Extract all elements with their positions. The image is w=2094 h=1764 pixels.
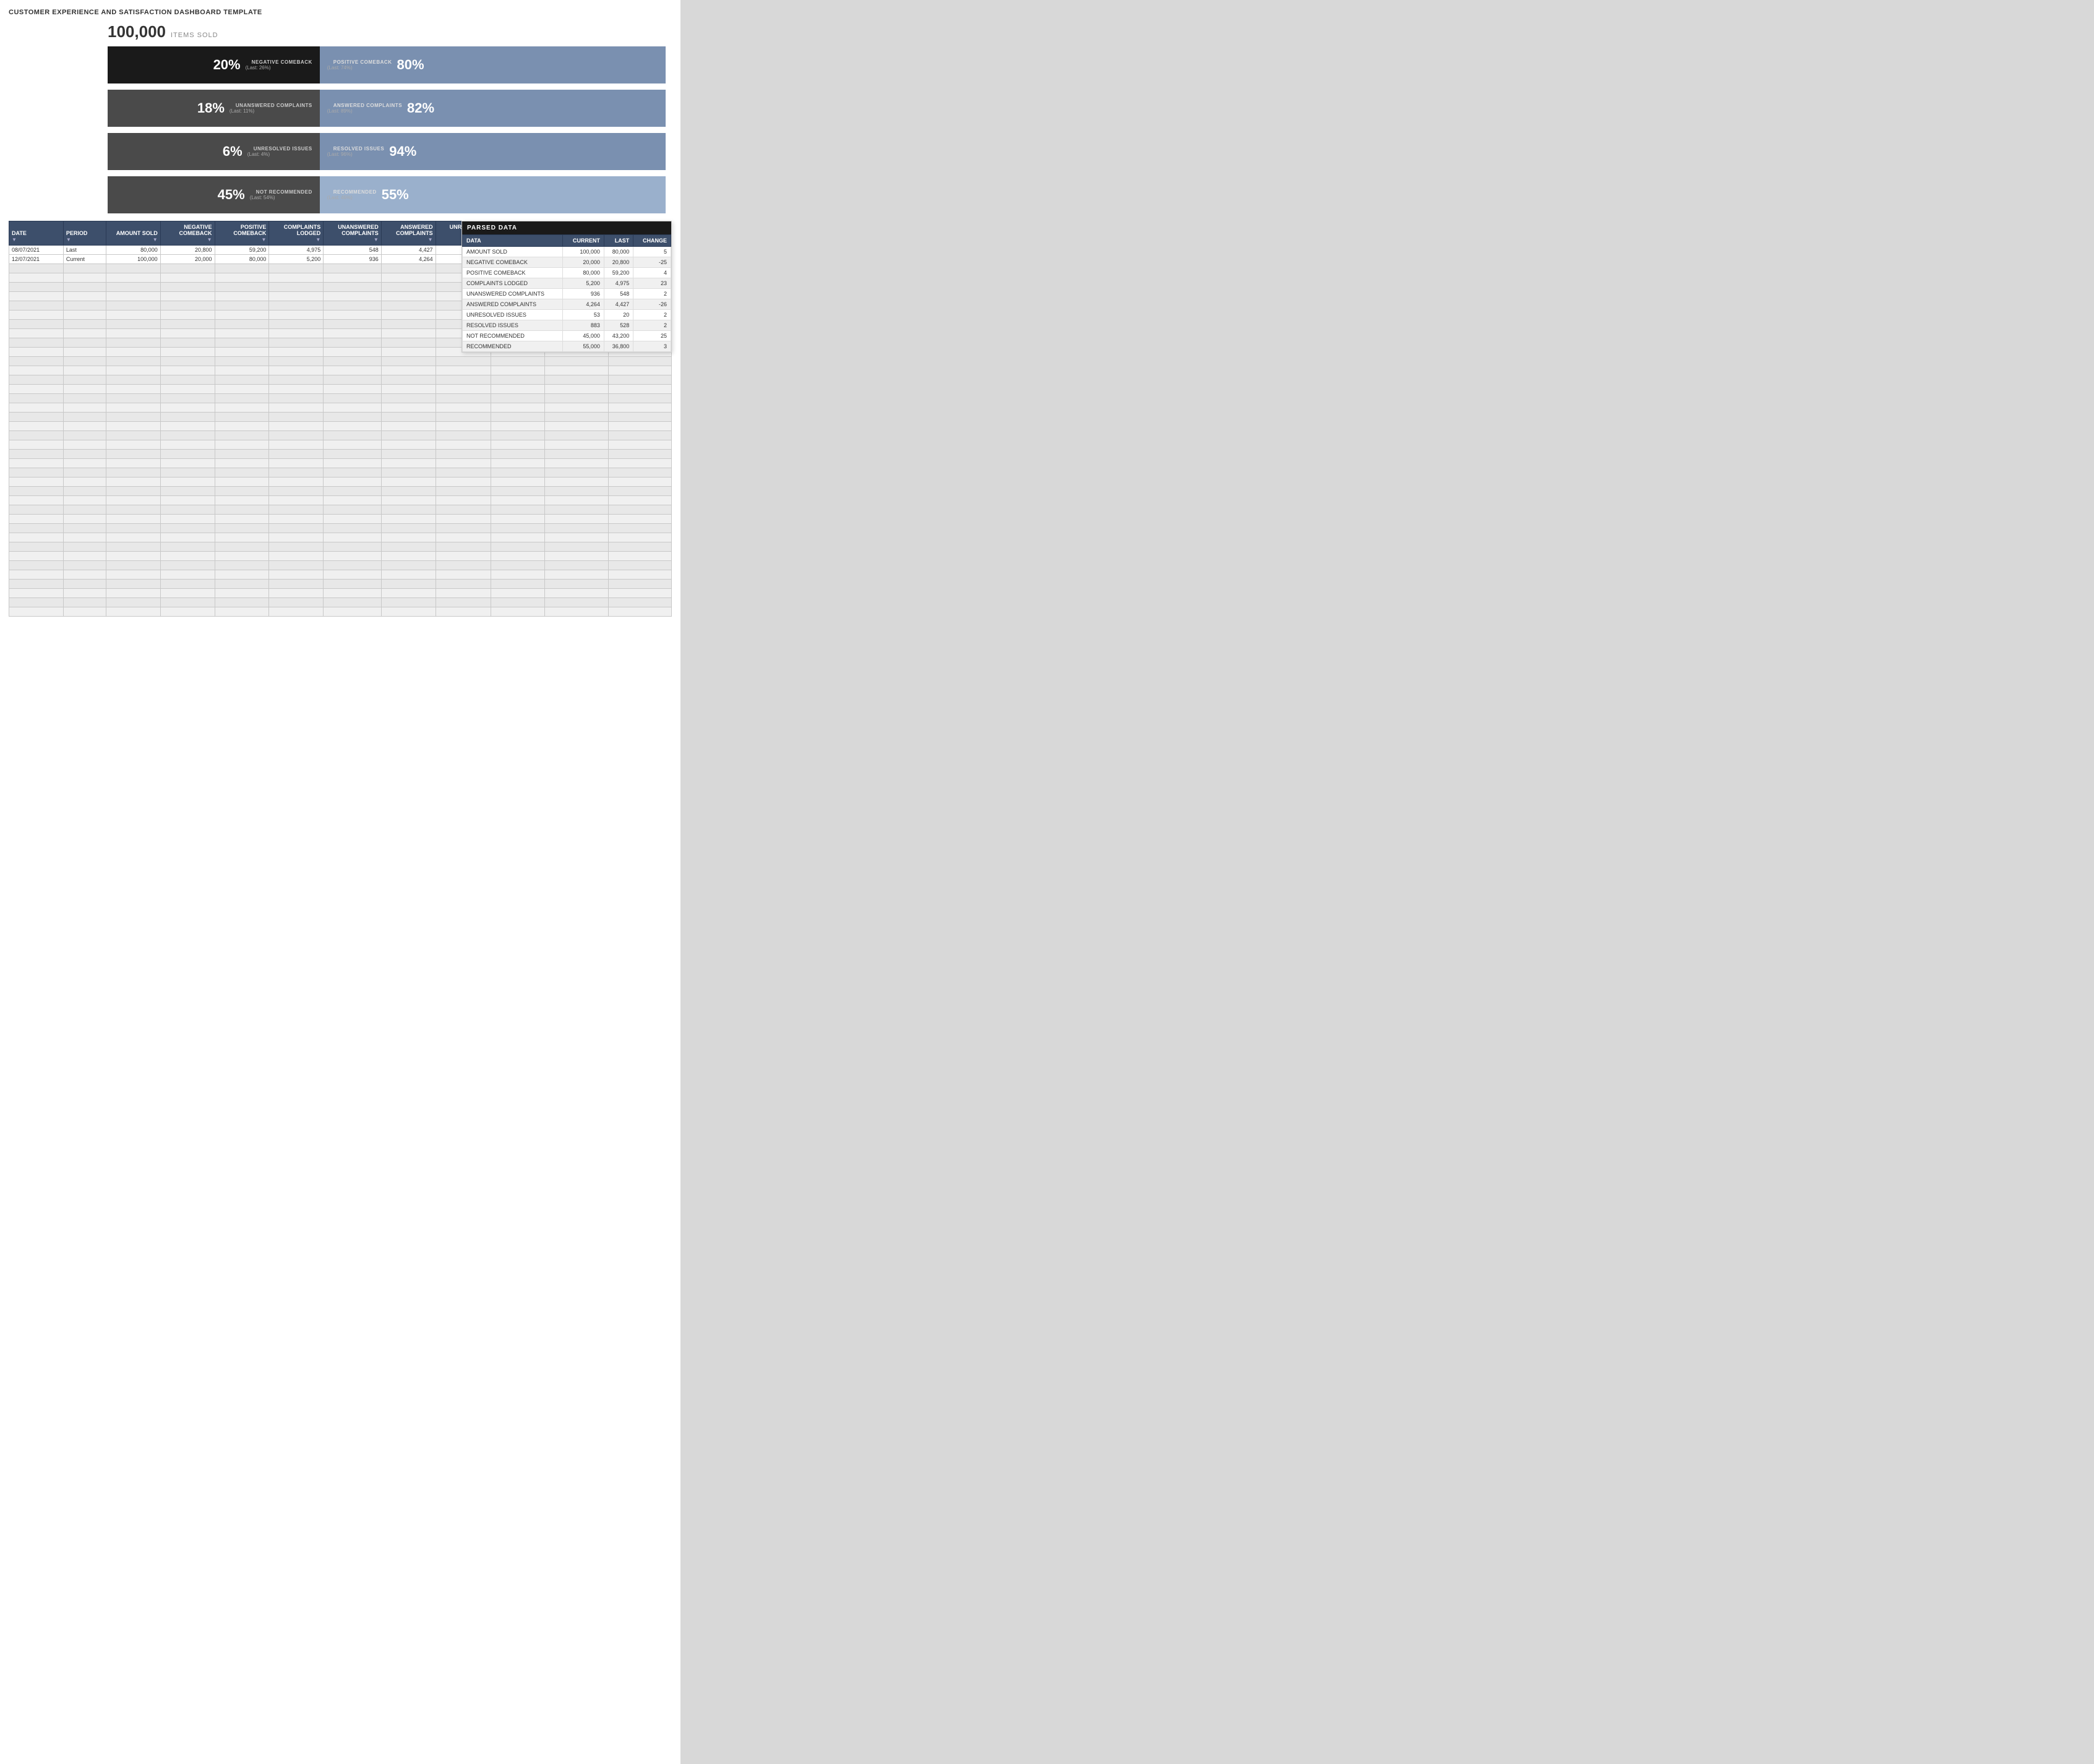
kpi-left-sub-1: (Last: 11%)	[230, 108, 312, 114]
table-row-empty	[9, 589, 672, 598]
table-row-empty	[9, 515, 672, 524]
kpi-right-pct-2: 94%	[389, 143, 416, 160]
table-row-empty	[9, 598, 672, 607]
th-date[interactable]: DATE ▼	[9, 221, 64, 246]
kpi-area: 100,000 ITEMS SOLD 20% NEGATIVE COMEBACK…	[108, 22, 666, 213]
kpi-left-0: 20% NEGATIVE COMEBACK (Last: 26%)	[108, 46, 320, 83]
table-row-empty	[9, 561, 672, 570]
kpi-right-pct-0: 80%	[397, 57, 424, 73]
items-sold-label: ITEMS SOLD	[171, 32, 218, 39]
table-row-empty	[9, 505, 672, 515]
kpi-left-sub-3: (Last: 54%)	[250, 195, 312, 200]
parsed-th-data: DATA	[463, 235, 563, 247]
parsed-table-row: AMOUNT SOLD100,00080,0005	[463, 247, 671, 257]
parsed-table-row: COMPLAINTS LODGED5,2004,97523	[463, 278, 671, 289]
page-title: CUSTOMER EXPERIENCE AND SATISFACTION DAS…	[9, 9, 672, 16]
kpi-right-sub-2: (Last: 96%)	[327, 152, 384, 157]
parsed-table-row: NOT RECOMMENDED45,00043,20025	[463, 331, 671, 341]
kpi-left-label-1: UNANSWERED COMPLAINTS	[236, 103, 312, 108]
parsed-table-row: POSITIVE COMEBACK80,00059,2004	[463, 268, 671, 278]
kpi-right-sub-3: (Last: 46%)	[327, 195, 377, 200]
kpi-right-3: RECOMMENDED (Last: 46%) 55%	[320, 176, 666, 213]
table-row-empty	[9, 496, 672, 505]
table-row-empty	[9, 413, 672, 422]
items-sold-row: 100,000 ITEMS SOLD	[108, 22, 666, 41]
kpi-left-sub-2: (Last: 4%)	[247, 152, 312, 157]
kpi-right-sub-1: (Last: 89%)	[327, 108, 402, 114]
th-negative-comeback[interactable]: NEGATIVE COMEBACK ▼	[160, 221, 215, 246]
table-row-empty	[9, 375, 672, 385]
kpi-bar-2: 6% UNRESOLVED ISSUES (Last: 4%) RESOLVED…	[108, 133, 666, 170]
kpi-left-2: 6% UNRESOLVED ISSUES (Last: 4%)	[108, 133, 320, 170]
table-row-empty	[9, 542, 672, 552]
th-period[interactable]: PERIOD ▼	[63, 221, 106, 246]
parsed-header-row: DATA CURRENT LAST CHANGE	[463, 235, 671, 247]
kpi-right-pct-1: 82%	[407, 100, 434, 116]
kpi-left-3: 45% NOT RECOMMENDED (Last: 54%)	[108, 176, 320, 213]
table-row-empty	[9, 607, 672, 617]
main-content-area: DATE ▼ PERIOD ▼ AMOUNT SOLD ▼ NEGATIVE	[9, 221, 672, 617]
parsed-th-change: CHANGE	[633, 235, 671, 247]
kpi-right-sub-0: (Last: 74%)	[327, 65, 392, 71]
kpi-left-pct-2: 6%	[223, 143, 242, 160]
parsed-table-row: NEGATIVE COMEBACK20,00020,800-25	[463, 257, 671, 268]
table-row-empty	[9, 422, 672, 431]
kpi-bar-1: 18% UNANSWERED COMPLAINTS (Last: 11%) AN…	[108, 90, 666, 127]
parsed-table-row: ANSWERED COMPLAINTS4,2644,427-26	[463, 299, 671, 310]
parsed-table-row: UNRESOLVED ISSUES53202	[463, 310, 671, 320]
parsed-table-row: RECOMMENDED55,00036,8003	[463, 341, 671, 352]
kpi-bar-0: 20% NEGATIVE COMEBACK (Last: 26%) POSITI…	[108, 46, 666, 83]
items-sold-value: 100,000	[108, 22, 166, 41]
table-row-empty	[9, 524, 672, 533]
table-row-empty	[9, 570, 672, 580]
kpi-left-1: 18% UNANSWERED COMPLAINTS (Last: 11%)	[108, 90, 320, 127]
parsed-table-row: RESOLVED ISSUES8835282	[463, 320, 671, 331]
kpi-left-pct-3: 45%	[218, 187, 245, 203]
parsed-table-row: UNANSWERED COMPLAINTS9365482	[463, 289, 671, 299]
table-row-empty	[9, 450, 672, 459]
table-row-empty	[9, 357, 672, 366]
kpi-right-label-0: POSITIVE COMEBACK	[333, 59, 392, 65]
table-row-empty	[9, 533, 672, 542]
table-row-empty	[9, 459, 672, 468]
table-row-empty	[9, 385, 672, 394]
kpi-left-pct-1: 18%	[197, 100, 225, 116]
kpi-right-pct-3: 55%	[382, 187, 409, 203]
table-row-empty	[9, 477, 672, 487]
kpi-right-label-1: ANSWERED COMPLAINTS	[333, 103, 402, 108]
table-row-empty	[9, 394, 672, 403]
page: CUSTOMER EXPERIENCE AND SATISFACTION DAS…	[0, 0, 680, 1764]
th-positive-comeback[interactable]: POSITIVE COMEBACK ▼	[215, 221, 269, 246]
th-answered-complaints[interactable]: ANSWERED COMPLAINTS ▼	[381, 221, 436, 246]
parsed-data-title: PARSED DATA	[462, 221, 671, 234]
kpi-left-pct-0: 20%	[213, 57, 241, 73]
th-complaints-lodged[interactable]: COMPLAINTS LODGED ▼	[269, 221, 324, 246]
kpi-right-0: POSITIVE COMEBACK (Last: 74%) 80%	[320, 46, 666, 83]
table-row-empty	[9, 580, 672, 589]
table-row-empty	[9, 366, 672, 375]
kpi-right-2: RESOLVED ISSUES (Last: 96%) 94%	[320, 133, 666, 170]
kpi-bar-3: 45% NOT RECOMMENDED (Last: 54%) RECOMMEN…	[108, 176, 666, 213]
kpi-left-sub-0: (Last: 26%)	[246, 65, 312, 71]
parsed-th-current: CURRENT	[563, 235, 604, 247]
kpi-left-label-0: NEGATIVE COMEBACK	[252, 59, 312, 65]
kpi-left-label-3: NOT RECOMMENDED	[256, 189, 312, 195]
kpi-right-label-3: RECOMMENDED	[333, 189, 377, 195]
th-unanswered-complaints[interactable]: UNANSWERED COMPLAINTS ▼	[324, 221, 382, 246]
th-amount-sold[interactable]: AMOUNT SOLD ▼	[106, 221, 160, 246]
table-row-empty	[9, 403, 672, 413]
table-row-empty	[9, 431, 672, 440]
table-row-empty	[9, 487, 672, 496]
parsed-data-box: PARSED DATA DATA CURRENT LAST CHANGE AMO…	[461, 221, 672, 353]
table-row-empty	[9, 468, 672, 477]
kpi-right-label-2: RESOLVED ISSUES	[333, 146, 384, 152]
kpi-left-label-2: UNRESOLVED ISSUES	[254, 146, 312, 152]
table-row-empty	[9, 440, 672, 450]
kpi-right-1: ANSWERED COMPLAINTS (Last: 89%) 82%	[320, 90, 666, 127]
table-row-empty	[9, 552, 672, 561]
parsed-th-last: LAST	[604, 235, 633, 247]
parsed-table: DATA CURRENT LAST CHANGE AMOUNT SOLD100,…	[462, 234, 671, 352]
